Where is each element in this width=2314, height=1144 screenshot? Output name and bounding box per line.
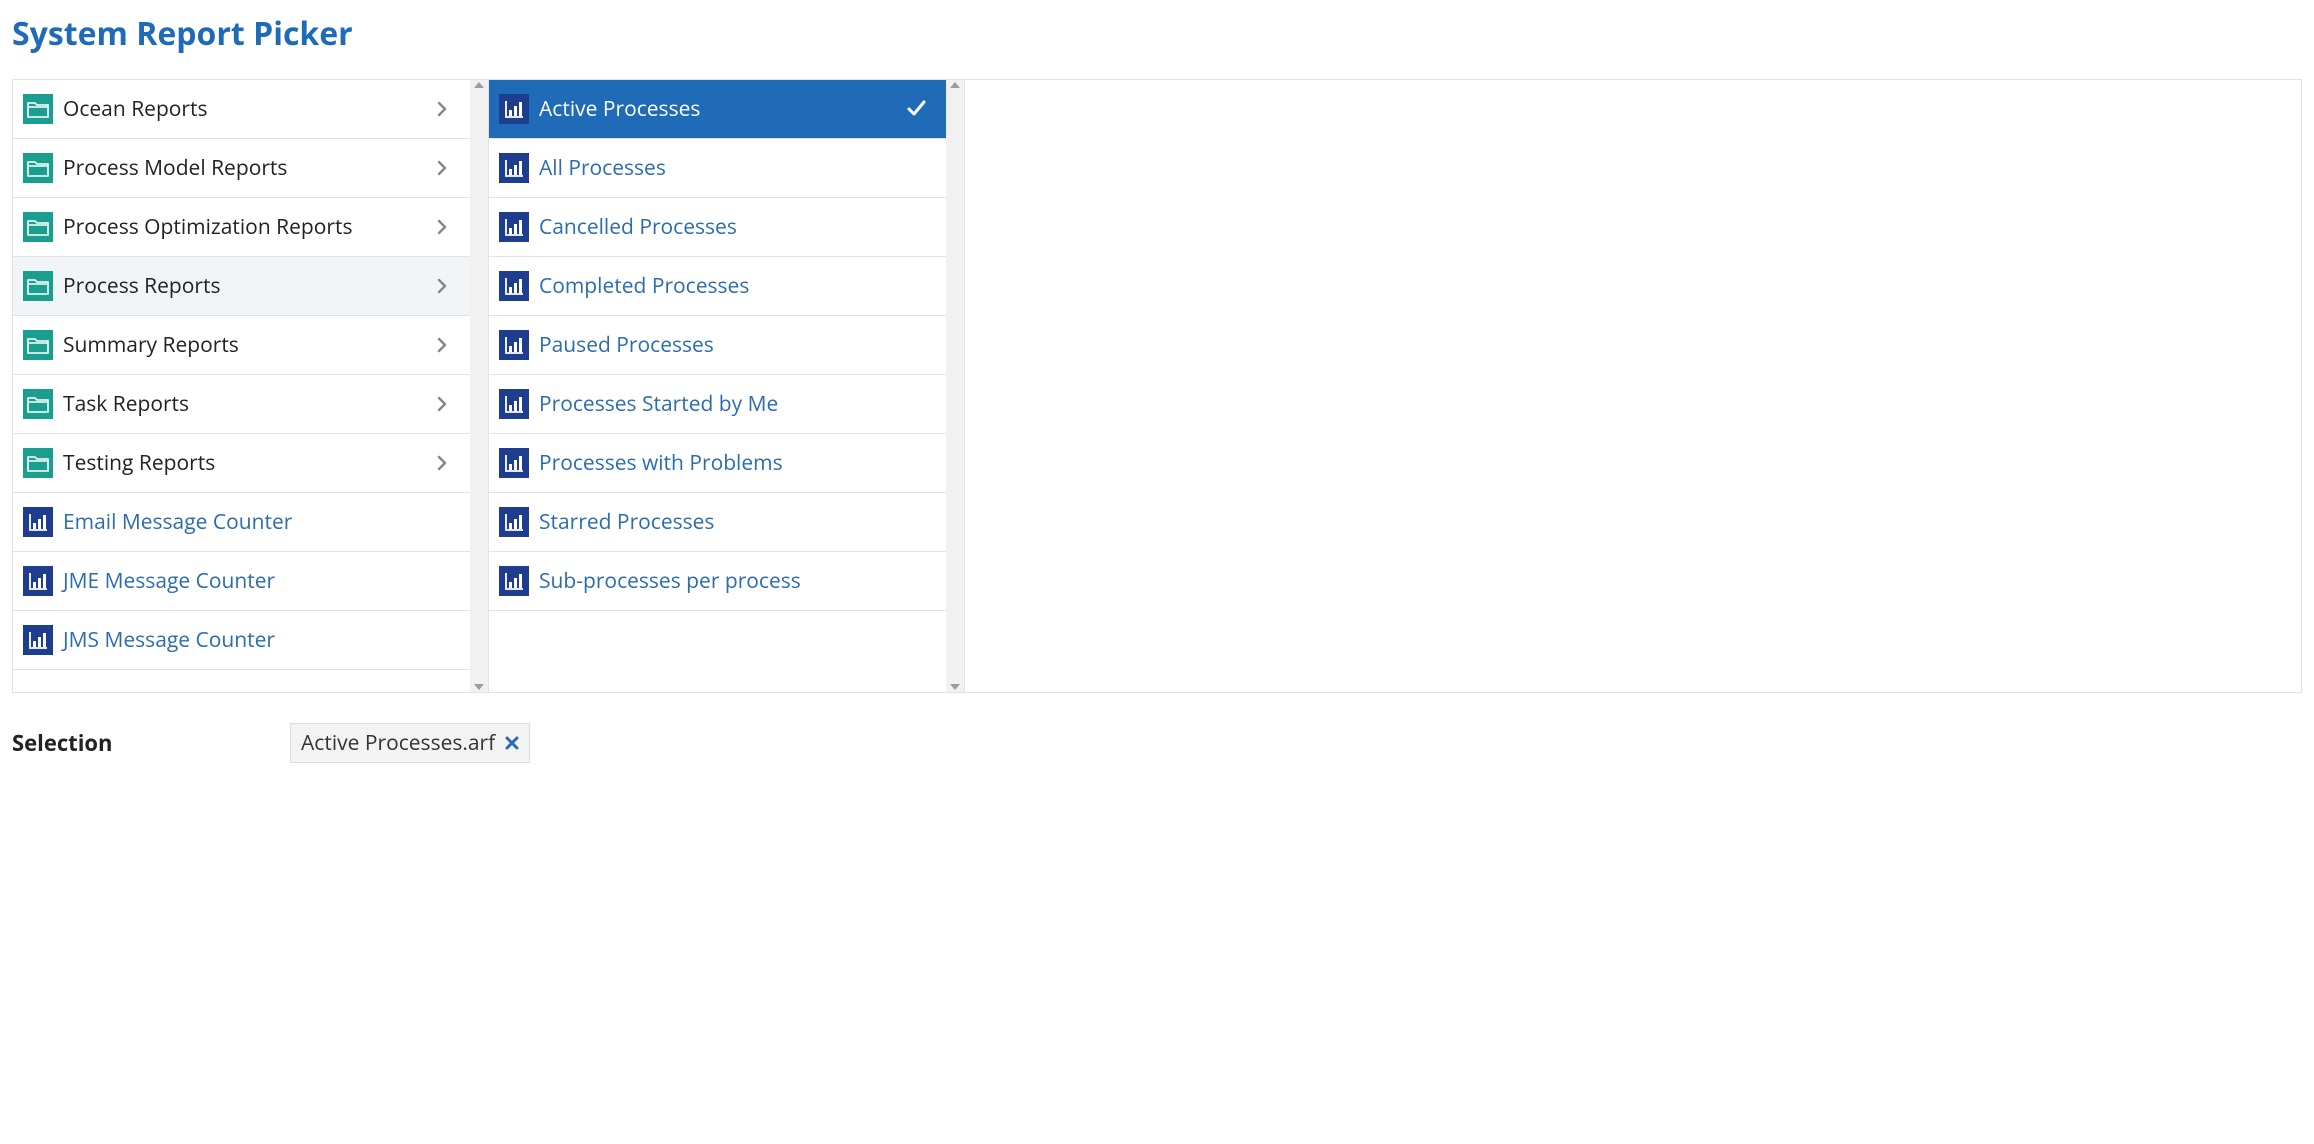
item-label: Paused Processes: [539, 331, 936, 359]
folder-icon: [23, 94, 53, 124]
item-label: Processes Started by Me: [539, 390, 936, 418]
report-item[interactable]: Completed Processes: [489, 257, 946, 316]
folder-item[interactable]: Task Reports: [13, 375, 470, 434]
folder-item[interactable]: Process Optimization Reports: [13, 198, 470, 257]
item-label: Completed Processes: [539, 272, 936, 300]
chart-icon: [499, 448, 529, 478]
item-label: All Processes: [539, 154, 936, 182]
selection-label: Selection: [12, 728, 290, 758]
item-label: Testing Reports: [63, 449, 434, 477]
column-2-scrollbar[interactable]: [946, 80, 964, 692]
selection-row: Selection Active Processes.arf: [12, 723, 2302, 763]
item-label: Summary Reports: [63, 331, 434, 359]
folder-icon: [23, 271, 53, 301]
column-3: [965, 80, 2301, 692]
report-item[interactable]: Paused Processes: [489, 316, 946, 375]
report-item[interactable]: Sub-processes per process: [489, 552, 946, 611]
chevron-right-icon: [434, 100, 452, 118]
report-item[interactable]: Active Processes: [489, 80, 946, 139]
scroll-up-icon: [950, 82, 960, 88]
chevron-right-icon: [434, 218, 452, 236]
column-1-scrollbar[interactable]: [470, 80, 488, 692]
item-label: Processes with Problems: [539, 449, 936, 477]
folder-icon: [23, 212, 53, 242]
page-title: System Report Picker: [12, 12, 2302, 55]
item-label: Starred Processes: [539, 508, 936, 536]
chart-icon: [23, 507, 53, 537]
picker-container: Ocean Reports Process Model Reports Proces…: [12, 79, 2302, 693]
item-label: Process Reports: [63, 272, 434, 300]
report-item[interactable]: Cancelled Processes: [489, 198, 946, 257]
item-label: Process Model Reports: [63, 154, 434, 182]
column-2: Active Processes All Processes Cancelled P…: [489, 80, 965, 692]
item-label: Process Optimization Reports: [63, 213, 434, 241]
chart-icon: [499, 507, 529, 537]
check-icon: [906, 98, 928, 120]
report-item[interactable]: Processes with Problems: [489, 434, 946, 493]
chevron-right-icon: [434, 454, 452, 472]
chevron-right-icon: [434, 159, 452, 177]
item-label: Email Message Counter: [63, 508, 460, 536]
folder-item[interactable]: Ocean Reports: [13, 80, 470, 139]
chart-icon: [499, 330, 529, 360]
selection-value: Active Processes.arf: [301, 729, 495, 757]
scroll-down-icon: [950, 684, 960, 690]
scroll-up-icon: [474, 82, 484, 88]
folder-icon: [23, 448, 53, 478]
folder-icon: [23, 153, 53, 183]
chart-icon: [499, 212, 529, 242]
report-item[interactable]: JME Message Counter: [13, 552, 470, 611]
report-item[interactable]: All Processes: [489, 139, 946, 198]
chart-icon: [23, 566, 53, 596]
scroll-down-icon: [474, 684, 484, 690]
chart-icon: [499, 153, 529, 183]
report-item[interactable]: Processes Started by Me: [489, 375, 946, 434]
chevron-right-icon: [434, 395, 452, 413]
item-label: JMS Message Counter: [63, 626, 460, 654]
folder-item[interactable]: Process Model Reports: [13, 139, 470, 198]
column-1: Ocean Reports Process Model Reports Proces…: [13, 80, 489, 692]
chart-icon: [499, 271, 529, 301]
close-icon: [505, 736, 519, 750]
chart-icon: [23, 625, 53, 655]
item-label: Ocean Reports: [63, 95, 434, 123]
report-item[interactable]: Email Message Counter: [13, 493, 470, 552]
folder-item[interactable]: Summary Reports: [13, 316, 470, 375]
folder-icon: [23, 389, 53, 419]
report-item[interactable]: JMS Message Counter: [13, 611, 470, 670]
folder-item[interactable]: Testing Reports: [13, 434, 470, 493]
item-label: Active Processes: [539, 95, 906, 123]
item-label: Task Reports: [63, 390, 434, 418]
item-label: JME Message Counter: [63, 567, 460, 595]
report-item[interactable]: Starred Processes: [489, 493, 946, 552]
selection-tag: Active Processes.arf: [290, 723, 530, 763]
chart-icon: [499, 94, 529, 124]
chevron-right-icon: [434, 277, 452, 295]
folder-icon: [23, 330, 53, 360]
chart-icon: [499, 389, 529, 419]
folder-item[interactable]: Process Reports: [13, 257, 470, 316]
remove-selection-button[interactable]: [505, 729, 519, 757]
chevron-right-icon: [434, 336, 452, 354]
chart-icon: [499, 566, 529, 596]
item-label: Sub-processes per process: [539, 567, 936, 595]
item-label: Cancelled Processes: [539, 213, 936, 241]
